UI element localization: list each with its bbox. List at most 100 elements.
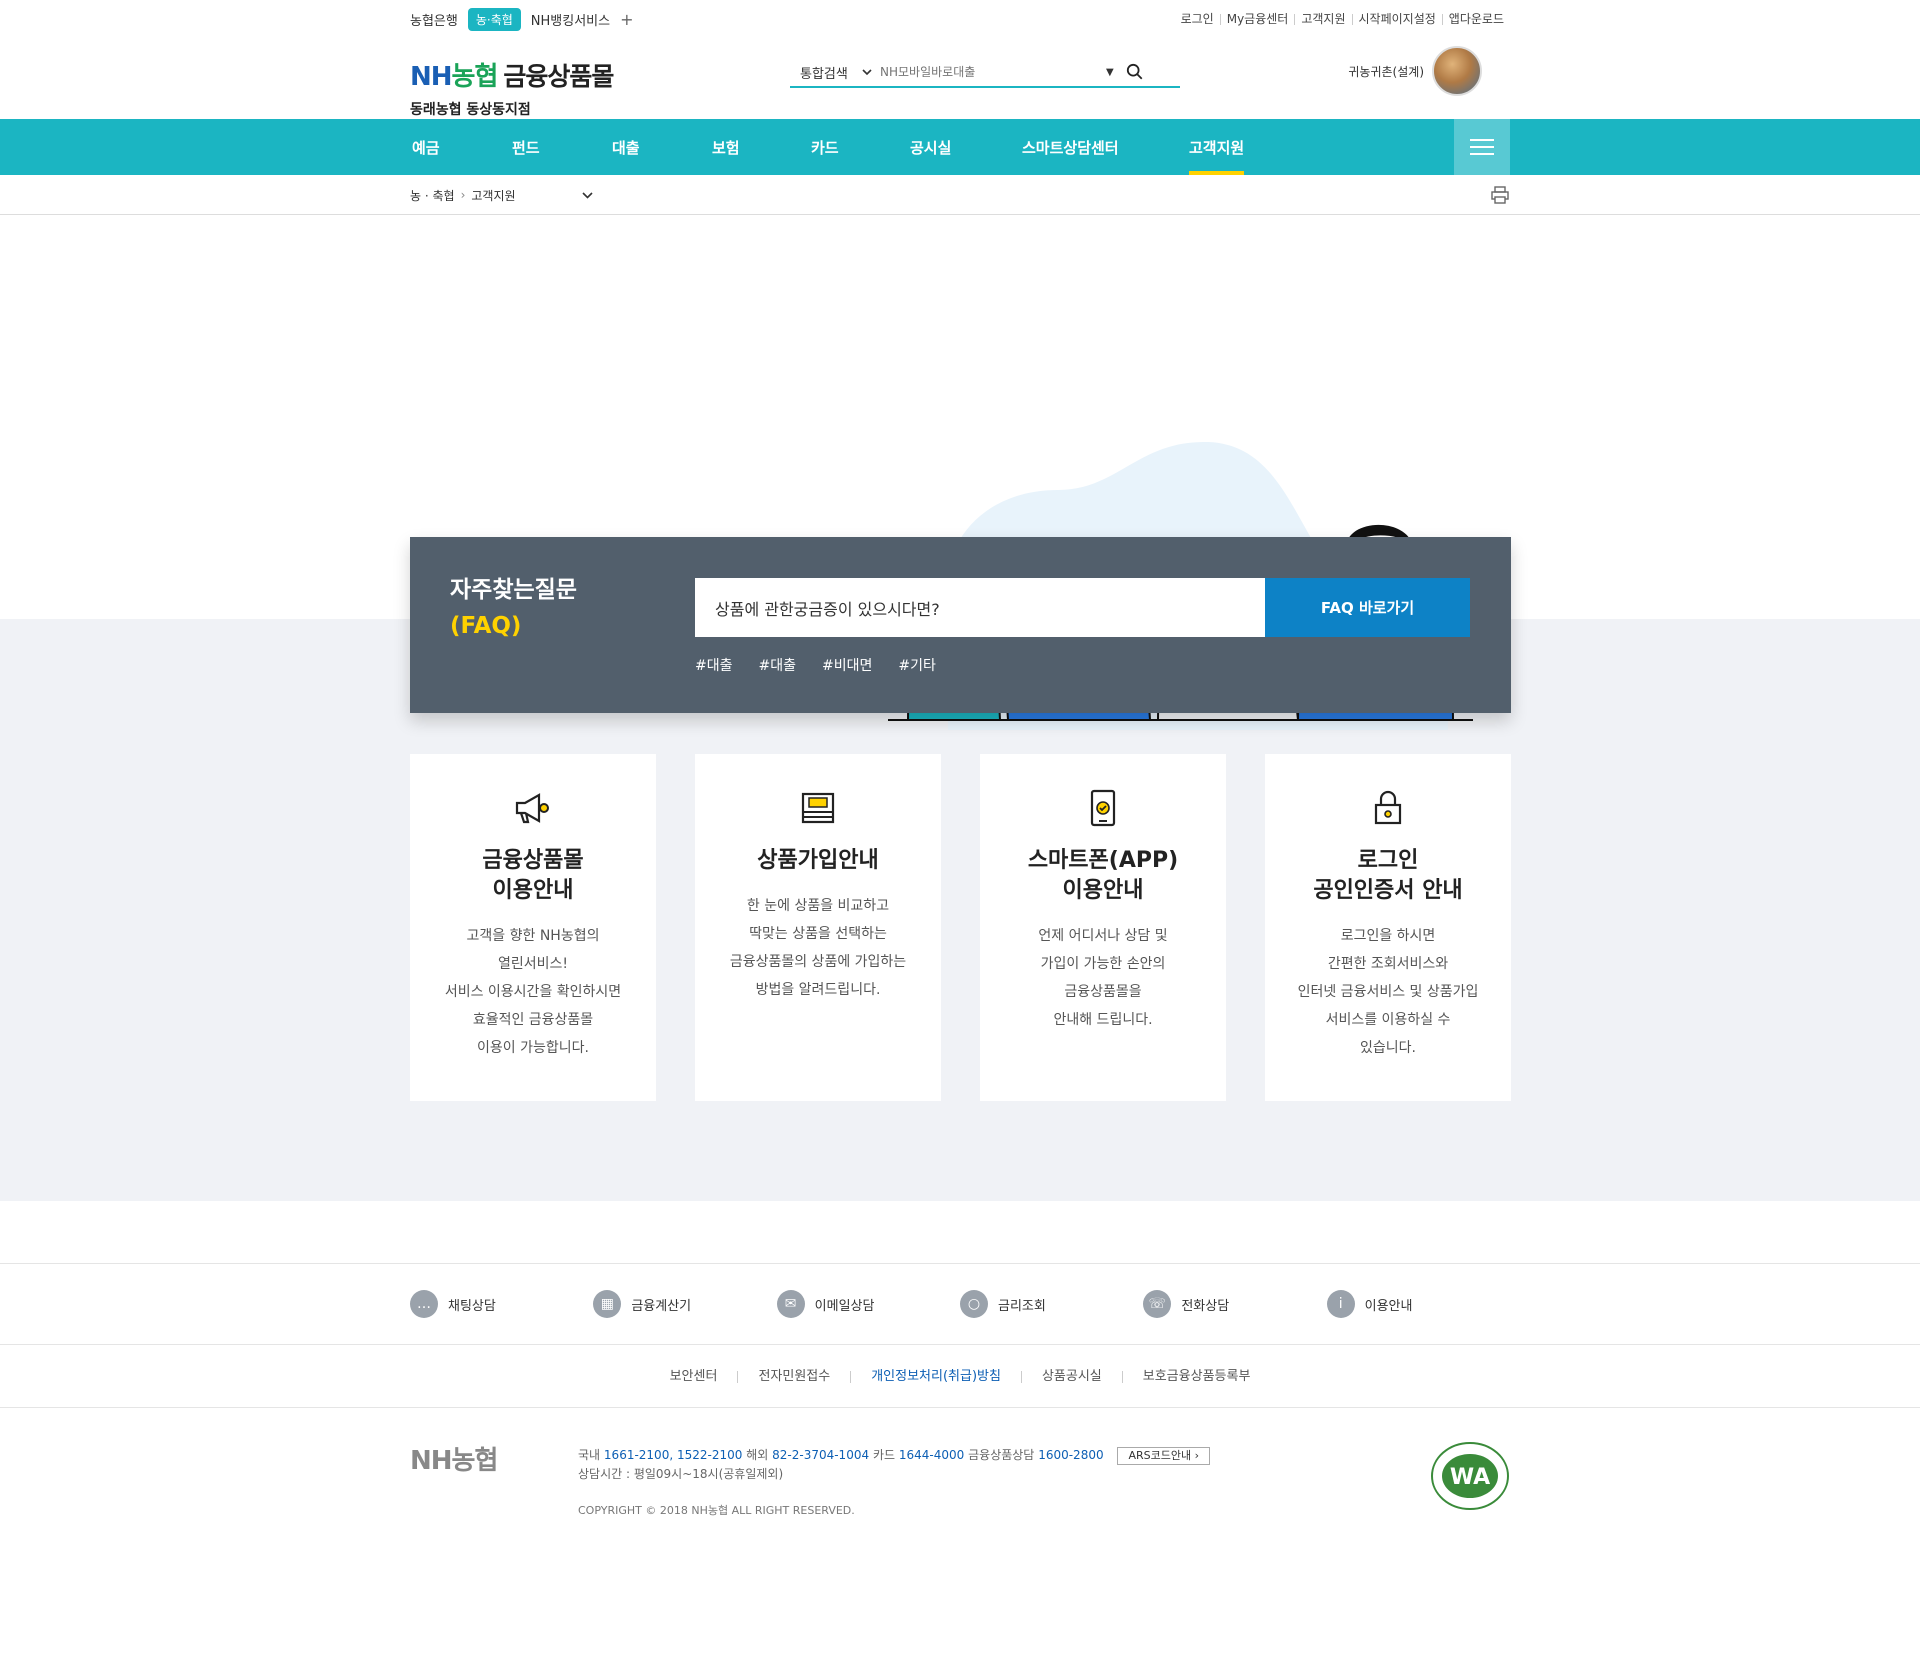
breadcrumb-home[interactable]: 농 · 축협 (410, 187, 455, 204)
util-links: 로그인 My금융센터 고객지원 시작페이지설정 앱다운로드 (1175, 13, 1510, 25)
wa-badge-text: WA (1450, 1465, 1490, 1490)
card-title: 금융상품몰 이용안내 (482, 848, 584, 903)
nav-fund[interactable]: 펀드 (512, 119, 612, 175)
card-title: 상품가입안내 (757, 848, 879, 873)
login-link[interactable]: 로그인 (1175, 13, 1220, 25)
card-product-join[interactable]: 상품가입안내 한 눈에 상품을 비교하고 딱맞는 상품을 선택하는 금융상품몰의… (695, 754, 941, 1101)
search-type-label: 통합검색 (800, 66, 848, 82)
faq-go-button[interactable]: FAQ 바로가기 (1265, 578, 1470, 637)
nav-loan[interactable]: 대출 (612, 119, 712, 175)
nav-disclosure[interactable]: 공시실 (910, 119, 1022, 175)
logo-nh: NH (410, 62, 453, 92)
domestic-label: 국내 (578, 1448, 601, 1462)
email-icon: ✉ (776, 1290, 805, 1318)
ars-label: ARS코드안내 (1128, 1449, 1192, 1462)
faq-tags: #대출 #대출 #비대면 #기타 (695, 655, 936, 675)
branch-name: 동래농협 동상동지점 (410, 102, 531, 118)
site-logo[interactable]: NH농협 금융상품몰 동래농협 동상동지점 (410, 56, 614, 119)
quick-label: 전화상담 (1181, 1298, 1230, 1314)
guide-cards: 금융상품몰 이용안내 고객을 향한 NH농협의 열린서비스! 서비스 이용시간을… (410, 754, 1511, 1101)
card-desc: 로그인을 하시면 간편한 조회서비스와 인터넷 금융서비스 및 상품가입 서비스… (1297, 928, 1479, 1056)
card-phone: 1644-4000 (898, 1448, 965, 1462)
card-title: 스마트폰(APP) 이용안내 (1027, 848, 1179, 903)
nav-customer-support[interactable]: 고객지원 (1189, 119, 1245, 175)
contact-info: 국내 1661-2100, 1522-2100 해외 82-2-3704-100… (578, 1446, 1210, 1484)
chat-consult-link[interactable]: … 채팅상담 (410, 1290, 593, 1318)
nav-deposit[interactable]: 예금 (412, 119, 512, 175)
chat-icon: … (410, 1290, 438, 1318)
consult-hours: 상담시간 : 평일09시~18시(공휴일제외) (578, 1467, 784, 1481)
calculator-icon: ▦ (593, 1290, 622, 1318)
faq-tag[interactable]: #대출 (759, 655, 797, 675)
dropdown-caret-icon[interactable]: ▼ (1106, 67, 1114, 78)
product-label: 금융상품상담 (968, 1448, 1035, 1462)
card-mall-guide[interactable]: 금융상품몰 이용안내 고객을 향한 NH농협의 열린서비스! 서비스 이용시간을… (410, 754, 656, 1101)
nh-banking-link[interactable]: NH뱅킹서비스 (531, 10, 610, 29)
footer-policy-links: 보안센터 전자민원접수 개인정보처리(취급)방침 상품공시실 보호금융상품등록부 (0, 1346, 1920, 1408)
quick-label: 이용안내 (1364, 1298, 1413, 1314)
faq-tag[interactable]: #비대면 (822, 655, 872, 675)
card-desc: 언제 어디서나 상담 및 가입이 가능한 손안의 금융상품몰을 안내해 드립니다… (1038, 928, 1168, 1028)
info-icon: i (1326, 1290, 1355, 1318)
search-icon: ○ (959, 1290, 988, 1318)
usage-guide-link[interactable]: i 이용안내 (1326, 1290, 1510, 1318)
faq-tag[interactable]: #기타 (898, 655, 936, 675)
plus-icon[interactable]: + (620, 10, 633, 29)
nav-insurance[interactable]: 보험 (712, 119, 811, 175)
protected-products-link[interactable]: 보호금융상품등록부 (1121, 1370, 1271, 1383)
faq-search-input[interactable]: 상품에 관한궁금증이 있으시다면? (695, 578, 1265, 637)
overseas-label: 해외 (746, 1448, 769, 1462)
my-finance-link[interactable]: My금융센터 (1219, 13, 1295, 25)
main-nav: 예금 펀드 대출 보험 카드 공시실 스마트상담센터 고객지원 (0, 119, 1920, 175)
nonghyup-pill[interactable]: 농·축협 (467, 7, 521, 31)
faq-tag[interactable]: #대출 (695, 655, 733, 675)
quick-label: 금융계산기 (631, 1298, 692, 1314)
nav-card[interactable]: 카드 (811, 119, 910, 175)
chevron-down-icon (862, 68, 872, 75)
smartphone-icon (1090, 789, 1116, 827)
faq-subtitle: (FAQ) (450, 613, 522, 639)
email-consult-link[interactable]: ✉ 이메일상담 (776, 1290, 960, 1318)
megaphone-icon (515, 793, 549, 824)
search-icon[interactable] (1126, 63, 1144, 81)
user-area[interactable]: 귀농귀촌(설계) (1348, 46, 1482, 96)
faq-title: 자주찾는질문 (FAQ) (450, 572, 577, 644)
site-switcher: 농협은행 농·축협 NH뱅킹서비스 + (410, 7, 634, 31)
overseas-phone: 82-2-3704-1004 (772, 1448, 870, 1462)
breadcrumb-current: 고객지원 (471, 188, 516, 203)
chevron-down-icon[interactable] (581, 191, 593, 199)
breadcrumb: 농 · 축협 › 고객지원 (0, 175, 1920, 215)
product-disclosure-link[interactable]: 상품공시실 (1020, 1370, 1122, 1383)
nh-bank-link[interactable]: 농협은행 (410, 10, 458, 29)
lock-icon (1374, 790, 1402, 825)
card-login-cert[interactable]: 로그인 공인인증서 안내 로그인을 하시면 간편한 조회서비스와 인터넷 금융서… (1265, 754, 1511, 1101)
complaint-link[interactable]: 전자민원접수 (737, 1370, 850, 1383)
avatar[interactable] (1432, 46, 1482, 96)
logo-nonghyup: 농협 (451, 62, 499, 92)
footer-quick-links: … 채팅상담 ▦ 금융계산기 ✉ 이메일상담 ○ 금리조회 ☏ 전화상담 i 이용안내 (0, 1263, 1920, 1345)
nav-smart-center[interactable]: 스마트상담센터 (1022, 119, 1189, 175)
menu-icon[interactable] (1454, 119, 1510, 175)
rate-lookup-link[interactable]: ○ 금리조회 (959, 1290, 1143, 1318)
utility-bar: 농협은행 농·축협 NH뱅킹서비스 + 로그인 My금융센터 고객지원 시작페이… (0, 0, 1920, 38)
breadcrumb-separator-icon: › (460, 188, 466, 202)
search-type-select[interactable]: 통합검색 (790, 63, 880, 82)
quick-label: 금리조회 (997, 1298, 1046, 1314)
footer-bottom: NH농협 국내 1661-2100, 1522-2100 해외 82-2-370… (410, 1440, 1510, 1520)
phone-consult-link[interactable]: ☏ 전화상담 (1143, 1290, 1326, 1318)
security-center-link[interactable]: 보안센터 (650, 1370, 738, 1383)
header: NH농협 금융상품몰 동래농협 동상동지점 통합검색 ▼ 귀농귀촌(설계) (0, 38, 1920, 119)
app-download-link[interactable]: 앱다운로드 (1441, 13, 1510, 25)
start-page-link[interactable]: 시작페이지설정 (1351, 13, 1442, 25)
card-desc: 한 눈에 상품을 비교하고 딱맞는 상품을 선택하는 금융상품몰의 상품에 가입… (729, 898, 907, 998)
support-link[interactable]: 고객지원 (1294, 13, 1351, 25)
print-icon[interactable] (1490, 185, 1510, 205)
card-smartphone-app[interactable]: 스마트폰(APP) 이용안내 언제 어디서나 상담 및 가입이 가능한 손안의 … (980, 754, 1226, 1101)
search-input[interactable] (880, 65, 1100, 79)
quick-label: 채팅상담 (448, 1298, 496, 1314)
privacy-policy-link[interactable]: 개인정보처리(취급)방침 (850, 1370, 1021, 1383)
ars-code-button[interactable]: ARS코드안내 › (1117, 1447, 1210, 1465)
quick-label: 이메일상담 (814, 1298, 875, 1314)
phone-icon: ☏ (1143, 1290, 1172, 1318)
calculator-link[interactable]: ▦ 금융계산기 (593, 1290, 776, 1318)
